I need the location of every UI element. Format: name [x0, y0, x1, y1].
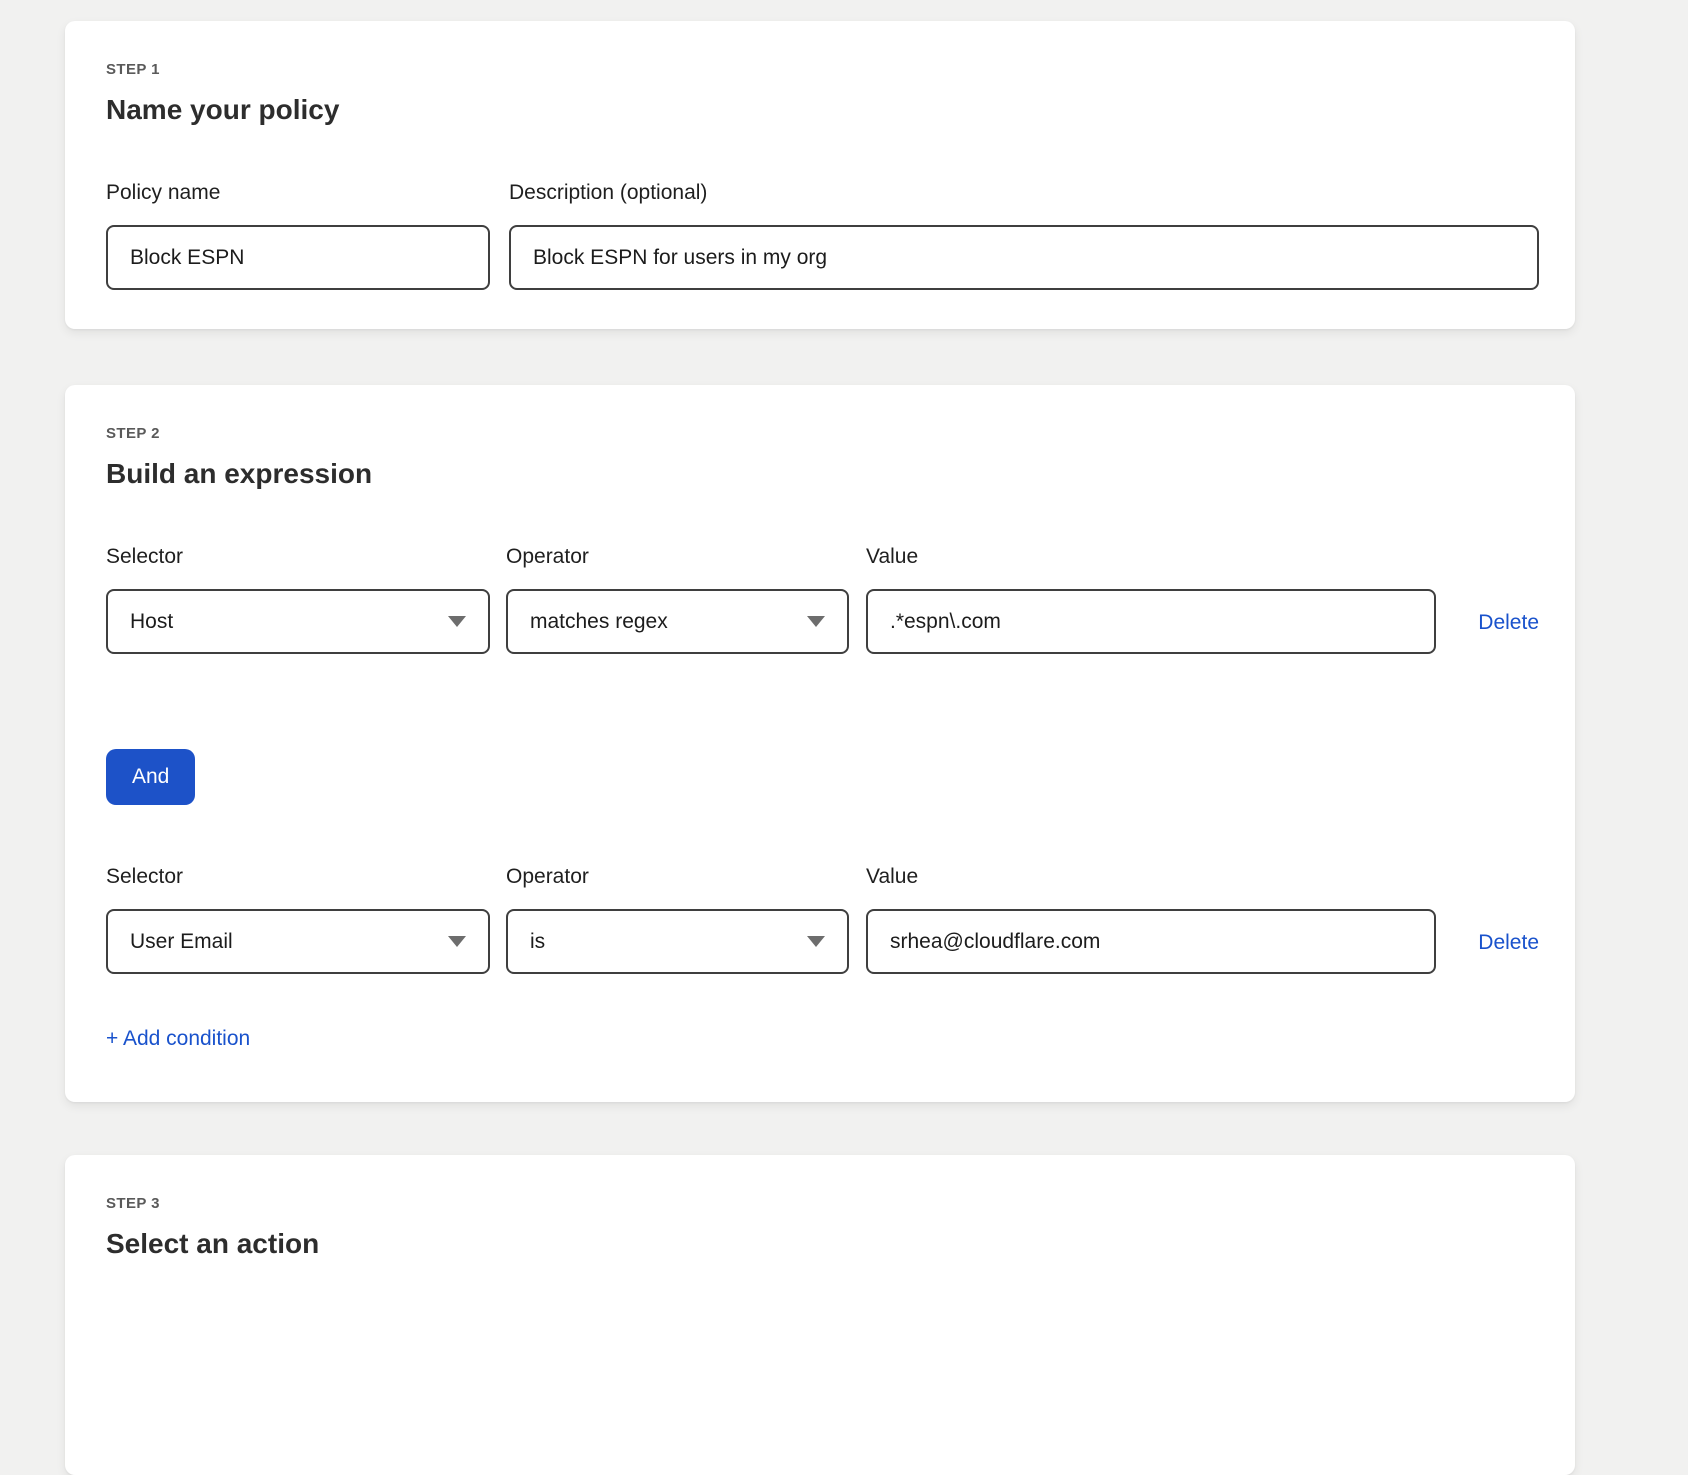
description-input[interactable]: [509, 225, 1539, 290]
policy-name-field: Policy name: [106, 180, 490, 290]
value-field-2: Value: [866, 864, 1436, 974]
step1-card: STEP 1 Name your policy Policy name Desc…: [65, 21, 1575, 329]
chevron-down-icon: [807, 616, 825, 627]
step1-label: STEP 1: [106, 61, 1539, 79]
delete-condition-1-link[interactable]: Delete: [1478, 611, 1539, 634]
step1-fields-row: Policy name Description (optional): [106, 180, 1539, 290]
selector-select-2[interactable]: User Email: [106, 909, 490, 974]
and-button[interactable]: And: [106, 749, 195, 805]
selector-field-2: Selector User Email: [106, 864, 490, 974]
selector-label-2: Selector: [106, 864, 490, 889]
operator-select-2[interactable]: is: [506, 909, 849, 974]
step2-heading: Build an expression: [106, 457, 1539, 490]
selector-label-1: Selector: [106, 544, 490, 569]
operator-select-1-value: matches regex: [530, 610, 668, 634]
operator-label-1: Operator: [506, 544, 849, 569]
policy-builder-page: STEP 1 Name your policy Policy name Desc…: [0, 0, 1688, 1475]
value-label-2: Value: [866, 864, 1436, 889]
condition-row-2: Selector User Email Operator is Value De…: [106, 864, 1539, 974]
value-input-2[interactable]: [866, 909, 1436, 974]
value-label-1: Value: [866, 544, 1436, 569]
policy-name-label: Policy name: [106, 180, 490, 205]
step3-card: STEP 3 Select an action: [65, 1155, 1575, 1475]
selector-select-1[interactable]: Host: [106, 589, 490, 654]
delete-column-2: Delete: [1478, 931, 1539, 974]
delete-column-1: Delete: [1478, 611, 1539, 654]
description-field: Description (optional): [509, 180, 1539, 290]
operator-select-2-value: is: [530, 930, 545, 954]
step3-label: STEP 3: [106, 1195, 1539, 1213]
chevron-down-icon: [448, 616, 466, 627]
selector-select-2-value: User Email: [130, 930, 233, 954]
add-condition-link[interactable]: + Add condition: [106, 1027, 250, 1051]
policy-name-input[interactable]: [106, 225, 490, 290]
selector-field-1: Selector Host: [106, 544, 490, 654]
delete-condition-2-link[interactable]: Delete: [1478, 931, 1539, 954]
operator-label-2: Operator: [506, 864, 849, 889]
value-input-1[interactable]: [866, 589, 1436, 654]
operator-select-1[interactable]: matches regex: [506, 589, 849, 654]
step2-card: STEP 2 Build an expression Selector Host…: [65, 385, 1575, 1102]
description-label: Description (optional): [509, 180, 1539, 205]
operator-field-2: Operator is: [506, 864, 849, 974]
chevron-down-icon: [448, 936, 466, 947]
operator-field-1: Operator matches regex: [506, 544, 849, 654]
chevron-down-icon: [807, 936, 825, 947]
step3-heading: Select an action: [106, 1227, 1539, 1260]
condition-row-1: Selector Host Operator matches regex Val…: [106, 544, 1539, 654]
step2-label: STEP 2: [106, 425, 1539, 443]
selector-select-1-value: Host: [130, 610, 173, 634]
value-field-1: Value: [866, 544, 1436, 654]
step1-heading: Name your policy: [106, 93, 1539, 126]
